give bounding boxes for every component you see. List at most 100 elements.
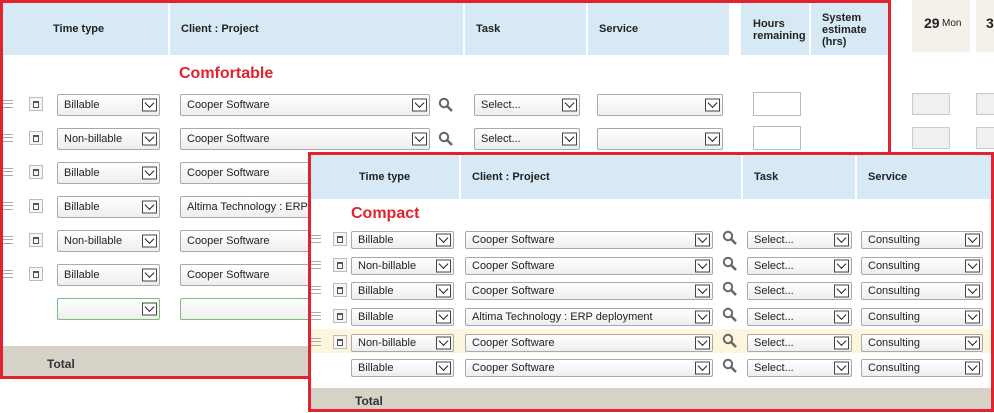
drag-handle-icon[interactable] [311, 286, 321, 294]
chevron-down-icon [436, 284, 451, 298]
time-type-select[interactable]: Non-billable [57, 128, 160, 150]
magnifier-icon[interactable] [722, 333, 738, 349]
trash-icon[interactable] [333, 335, 347, 349]
task-select[interactable]: Select... [474, 128, 580, 150]
magnifier-icon[interactable] [722, 358, 738, 374]
drag-handle-icon[interactable] [3, 236, 13, 244]
hours-label-2: remaining [753, 30, 806, 42]
time-type-select[interactable]: Billable [351, 359, 454, 377]
client-project-select[interactable]: Altima Technology : ERP deployment [465, 308, 713, 326]
service-select[interactable]: Consulting [861, 231, 983, 249]
chevron-down-icon [436, 310, 451, 324]
time-type-select[interactable]: Billable [57, 162, 160, 184]
trash-icon[interactable] [29, 267, 43, 281]
hours-label-1: Hours [753, 18, 785, 30]
time-type-select[interactable]: Non-billable [57, 230, 160, 252]
chevron-down-icon [142, 234, 157, 248]
chevron-down-icon [965, 336, 980, 350]
time-type-select[interactable]: Billable [351, 308, 454, 326]
trash-icon[interactable] [29, 165, 43, 179]
chevron-down-icon [436, 336, 451, 350]
trash-icon[interactable] [333, 258, 347, 272]
magnifier-icon[interactable] [438, 97, 454, 113]
drag-handle-icon[interactable] [311, 261, 321, 269]
header-task: Task [754, 171, 779, 183]
day-input[interactable] [912, 127, 950, 149]
magnifier-icon[interactable] [438, 131, 454, 147]
service-select[interactable]: Consulting [861, 334, 983, 352]
service-select[interactable] [597, 94, 723, 116]
client-project-select[interactable]: Cooper Software [465, 231, 713, 249]
total-label: Total [47, 357, 75, 371]
chevron-down-icon [834, 233, 849, 247]
magnifier-icon[interactable] [722, 281, 738, 297]
task-select[interactable]: Select... [747, 334, 852, 352]
day-input[interactable] [912, 93, 950, 115]
table-header: Time type Client : Project Task Service … [3, 3, 888, 55]
chevron-down-icon [436, 259, 451, 273]
task-select[interactable]: Select... [747, 282, 852, 300]
chevron-down-icon [834, 259, 849, 273]
chevron-down-icon [965, 259, 980, 273]
chevron-down-icon [142, 166, 157, 180]
service-select[interactable]: Consulting [861, 282, 983, 300]
time-type-select[interactable]: Billable [351, 282, 454, 300]
header-time-type: Time type [359, 171, 411, 183]
task-select[interactable]: Select... [747, 308, 852, 326]
drag-handle-icon[interactable] [3, 202, 13, 210]
trash-icon[interactable] [333, 309, 347, 323]
estimate-label-3: (hrs) [822, 36, 847, 48]
service-select[interactable]: Consulting [861, 257, 983, 275]
chevron-down-icon [965, 310, 980, 324]
trash-icon[interactable] [333, 283, 347, 297]
client-project-select[interactable]: Cooper Software [465, 257, 713, 275]
service-select[interactable]: Consulting [861, 308, 983, 326]
chevron-down-icon [834, 310, 849, 324]
client-project-select[interactable]: Cooper Software [465, 359, 713, 377]
day-input[interactable] [976, 93, 994, 115]
estimate-label-2: estimate [822, 24, 867, 36]
chevron-down-icon [834, 336, 849, 350]
trash-icon[interactable] [29, 97, 43, 111]
trash-icon[interactable] [29, 199, 43, 213]
time-type-select[interactable]: Non-billable [351, 257, 454, 275]
drag-handle-icon[interactable] [311, 338, 321, 346]
magnifier-icon[interactable] [722, 256, 738, 272]
magnifier-icon[interactable] [722, 307, 738, 323]
service-select[interactable] [597, 128, 723, 150]
client-project-select[interactable]: Cooper Software [465, 334, 713, 352]
task-select[interactable]: Select... [747, 359, 852, 377]
drag-handle-icon[interactable] [3, 134, 13, 142]
total-label: Total [355, 394, 383, 408]
day-input[interactable] [976, 127, 994, 149]
client-project-select[interactable]: Cooper Software [180, 128, 430, 150]
drag-handle-icon[interactable] [3, 168, 13, 176]
task-select[interactable]: Select... [474, 94, 580, 116]
total-bar [311, 388, 991, 409]
time-type-select[interactable]: Non-billable [351, 334, 454, 352]
time-type-select[interactable]: Billable [57, 196, 160, 218]
trash-icon[interactable] [29, 131, 43, 145]
drag-handle-icon[interactable] [311, 235, 321, 243]
drag-handle-icon[interactable] [3, 270, 13, 278]
client-project-select[interactable]: Cooper Software [180, 94, 430, 116]
time-type-select[interactable]: Billable [57, 94, 160, 116]
header-service: Service [599, 23, 639, 35]
task-select[interactable]: Select... [747, 257, 852, 275]
trash-icon[interactable] [29, 233, 43, 247]
time-type-select[interactable]: Billable [351, 231, 454, 249]
hours-remaining-input[interactable] [753, 126, 801, 150]
task-select[interactable]: Select... [747, 231, 852, 249]
compact-panel: Time type Client : Project Task Service … [308, 152, 994, 412]
drag-handle-icon[interactable] [311, 312, 321, 320]
chevron-down-icon [695, 310, 710, 324]
drag-handle-icon[interactable] [3, 100, 13, 108]
time-type-select-new[interactable] [57, 298, 160, 320]
chevron-down-icon [965, 284, 980, 298]
trash-icon[interactable] [333, 232, 347, 246]
service-select[interactable]: Consulting [861, 359, 983, 377]
client-project-select[interactable]: Cooper Software [465, 282, 713, 300]
magnifier-icon[interactable] [722, 230, 738, 246]
hours-remaining-input[interactable] [753, 92, 801, 116]
time-type-select[interactable]: Billable [57, 264, 160, 286]
